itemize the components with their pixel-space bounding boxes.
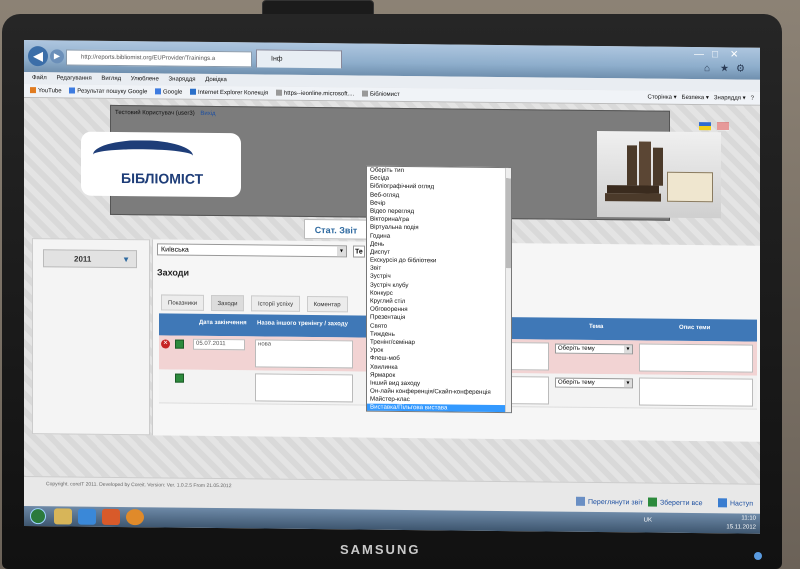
tab-indicators[interactable]: Показники [161,294,205,311]
maximize-icon[interactable]: □ [712,49,718,60]
logo-text: БІБЛІОМІСТ [121,170,204,187]
home-icon[interactable]: ⌂ [704,63,710,74]
scrollbar-thumb[interactable] [506,178,511,269]
user-name: Тестовий Користувач (user3) [115,109,195,117]
topic-select[interactable]: Оберіть тему ▼ [555,377,633,389]
system-clock[interactable]: 11:10 15.11.2012 [726,514,756,532]
other-name-input[interactable]: нова [255,339,353,369]
chevron-down-icon: ▼ [122,255,130,265]
dropdown-option[interactable]: Виставка/Пільгова вистава [367,404,511,414]
tab-comment[interactable]: Коментар [306,295,348,313]
google-icon [154,88,161,95]
tab-success-stories[interactable]: Історії успіху [250,295,301,312]
logout-link[interactable]: Вихід [200,111,215,117]
firefox-taskbar-icon[interactable] [126,509,144,526]
next-button[interactable]: Наступ [718,498,753,508]
region-select[interactable]: Київська ▼ [157,243,347,258]
type-dropdown-list[interactable]: Оберіть тип Бесіда Бібліографічний огляд Ве… [366,165,512,414]
dropdown-arrow-icon: ▼ [337,246,346,257]
menu-view[interactable]: Вигляд [101,76,121,82]
topic-select-value: Оберіть тему [558,379,595,386]
youtube-icon [30,87,36,94]
monitor-brand: SAMSUNG [340,542,421,557]
other-name-input[interactable] [255,373,353,403]
col-topic-description: Опис теми [679,324,711,332]
col-topic: Тема [589,323,604,331]
save-icon[interactable] [175,373,184,383]
menu-help[interactable]: Довідка [205,77,227,83]
delete-icon[interactable]: ✕ [161,339,170,349]
start-button-icon[interactable] [30,508,46,525]
user-info: Тестовий Користувач (user3) Вихід [115,110,216,117]
explorer-taskbar-icon[interactable] [54,508,72,525]
document-icon [576,496,585,506]
logo-arc-icon [93,139,193,171]
menu-tools[interactable]: Знаряддя [169,77,196,83]
fav-google-results[interactable]: Результат пошуку Google [69,84,147,99]
view-report-button[interactable]: Переглянути звіт [576,496,643,506]
back-button[interactable]: ◀ [28,46,48,67]
fav-bibliomist[interactable]: Бібліомист [361,88,400,102]
help-icon[interactable]: ? [751,96,754,102]
favorites-star-icon[interactable]: ★ [720,63,729,74]
topic-select-value: Оберіть тему [558,345,595,352]
settings-gear-icon[interactable]: ⚙ [736,63,745,74]
topic-description-input[interactable] [639,343,753,373]
dropdown-arrow-icon: ▼ [624,379,632,388]
forward-button[interactable]: ▶ [50,49,64,64]
fav-ieonline[interactable]: https--ieonline.microsoft.... [275,87,354,102]
command-bar: Сторінка ▾ Безпека ▾ Знаряддя ▾ ? [647,94,754,102]
safety-menu[interactable]: Безпека [682,95,705,101]
fav-ie-collection[interactable]: Internet Explorer Колекція [190,86,268,101]
topic-select[interactable]: Оберіть тему ▼ [555,343,633,355]
screen: ◀ ▶ http://reports.bibliomist.org/EUProv… [24,40,760,534]
books-image [597,131,721,219]
fav-youtube[interactable]: YouTube [30,84,62,98]
col-end-date: Дата закінчення [199,319,247,327]
bibliomist-logo[interactable]: БІБЛІОМІСТ [81,131,241,198]
close-icon[interactable]: ✕ [730,49,738,60]
clock-date: 15.11.2012 [726,524,756,531]
tools-menu[interactable]: Знаряддя [714,95,741,101]
save-all-button[interactable]: Зберегти все [648,497,703,507]
media-player-taskbar-icon[interactable] [102,508,120,526]
arrow-right-icon [718,498,727,508]
power-led [754,552,762,560]
year-selector[interactable]: 2011 ▼ [43,249,137,269]
language-indicator[interactable]: UK [644,517,652,523]
fav-google[interactable]: Google [154,85,182,99]
address-bar[interactable]: http://reports.bibliomist.org/EUProvider… [66,49,252,68]
save-icon [648,497,657,507]
save-icon[interactable] [175,339,184,349]
stat-report-button[interactable]: Стат. Звіт [304,218,368,240]
english-flag-icon[interactable] [717,122,729,131]
page-icon [275,89,282,96]
browser-tab[interactable]: Інф [256,49,342,69]
region-value: Київська [161,246,189,254]
dropdown-scrollbar[interactable] [505,168,511,414]
clock-time: 11:10 [741,515,756,522]
ie-icon [190,88,197,95]
menu-file[interactable]: Файл [32,75,47,81]
menu-edit[interactable]: Редагування [56,75,91,81]
dropdown-arrow-icon: ▼ [624,345,632,354]
ukrainian-flag-icon[interactable] [699,122,711,131]
end-date-input[interactable]: 05.07.2011 [193,338,245,351]
topic-description-input[interactable] [639,377,753,407]
tab-events[interactable]: Заходи [210,294,245,312]
google-icon [69,87,76,94]
year-value: 2011 [74,254,92,264]
ie-taskbar-icon[interactable] [78,508,96,525]
web-page: Тестовий Користувач (user3) Вихід БІБЛІО… [24,98,760,516]
page-icon [361,90,368,97]
page-menu[interactable]: Сторінка [648,95,672,101]
tab-bar: Показники Заходи Історії успіху Коментар [161,291,350,313]
minimize-icon[interactable]: — [694,49,704,60]
menu-favorites[interactable]: Улюблене [131,76,159,82]
col-other-name: Назва іншого тренінгу / заходу [257,320,348,328]
sidebar: 2011 ▼ [32,238,150,436]
secondary-select[interactable]: Те [353,245,365,258]
section-title: Заходи [157,267,190,278]
copyright-text: Copyright. coreIT 2011. Developed by Cor… [46,481,232,490]
